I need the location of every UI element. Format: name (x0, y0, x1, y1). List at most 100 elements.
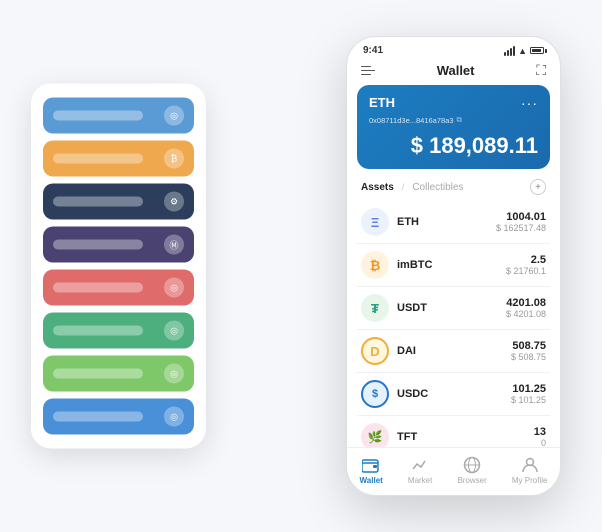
tab-assets[interactable]: Assets (361, 182, 394, 193)
eth-balance: $ 189,089.11 (369, 133, 538, 159)
asset-usd-usdt: $ 4201.08 (506, 309, 546, 319)
profile-nav-icon (520, 456, 540, 474)
asset-name-imbtc: imBTC (397, 259, 506, 271)
asset-amount-dai: 508.75 (511, 340, 546, 352)
asset-amount-tft: 13 (534, 426, 546, 438)
card-item-bar-4 (53, 240, 143, 250)
card-item-7[interactable]: ◎ (43, 356, 194, 392)
card-icon-3: ⚙ (164, 192, 184, 212)
nav-item-market[interactable]: Market (408, 456, 432, 485)
asset-amount-imbtc: 2.5 (506, 254, 546, 266)
nav-item-profile[interactable]: My Profile (512, 456, 548, 485)
asset-icon-usdt: ₮ (361, 294, 389, 322)
card-item-bar-3 (53, 197, 143, 207)
signal-icon (504, 46, 515, 56)
asset-values-imbtc: 2.5 $ 21760.1 (506, 254, 546, 276)
asset-amount-usdc: 101.25 (511, 383, 546, 395)
nav-item-wallet[interactable]: Wallet (360, 456, 383, 485)
copy-icon[interactable]: ⧉ (457, 115, 462, 125)
expand-icon[interactable]: ⛶ (536, 62, 546, 79)
assets-header: Assets / Collectibles + (347, 177, 560, 201)
card-item-2[interactable]: ₿ (43, 141, 194, 177)
card-item-3[interactable]: ⚙ (43, 184, 194, 220)
card-icon-2: ₿ (164, 149, 184, 169)
card-item-bar-6 (53, 326, 143, 336)
asset-list: Ξ ETH 1004.01 $ 162517.48 ₿ imBTC 2.5 $ … (347, 201, 560, 447)
asset-values-tft: 13 0 (534, 426, 546, 447)
card-icon-4: Ⓜ (164, 235, 184, 255)
hamburger-icon[interactable] (361, 66, 375, 76)
wifi-icon: ▲ (518, 46, 527, 56)
asset-usd-usdc: $ 101.25 (511, 395, 546, 405)
asset-usd-dai: $ 508.75 (511, 352, 546, 362)
eth-address: 0x08711d3e...8416a78a3 ⧉ (369, 115, 538, 125)
asset-values-usdc: 101.25 $ 101.25 (511, 383, 546, 405)
card-stack: ◎ ₿ ⚙ Ⓜ ◎ ◎ ◎ ◎ (31, 84, 206, 449)
card-item-bar-7 (53, 369, 143, 379)
card-item-bar-5 (53, 283, 143, 293)
browser-nav-label: Browser (457, 476, 486, 485)
asset-icon-imbtc: ₿ (361, 251, 389, 279)
asset-values-dai: 508.75 $ 508.75 (511, 340, 546, 362)
card-item-5[interactable]: ◎ (43, 270, 194, 306)
nav-item-browser[interactable]: Browser (457, 456, 486, 485)
profile-nav-label: My Profile (512, 476, 548, 485)
wallet-nav-icon (361, 456, 381, 474)
battery-icon (530, 47, 544, 54)
card-item-bar-8 (53, 412, 143, 422)
asset-usd-imbtc: $ 21760.1 (506, 266, 546, 276)
card-item-1[interactable]: ◎ (43, 98, 194, 134)
card-item-bar-1 (53, 111, 143, 121)
eth-more-icon[interactable]: ··· (521, 95, 538, 111)
asset-icon-eth: Ξ (361, 208, 389, 236)
eth-card-top: ETH ··· (369, 95, 538, 111)
asset-row-usdc[interactable]: $ USDC 101.25 $ 101.25 (357, 373, 550, 416)
tab-collectibles[interactable]: Collectibles (412, 182, 463, 193)
asset-name-usdt: USDT (397, 302, 506, 314)
asset-row-eth[interactable]: Ξ ETH 1004.01 $ 162517.48 (357, 201, 550, 244)
scene: ◎ ₿ ⚙ Ⓜ ◎ ◎ ◎ ◎ (21, 21, 581, 511)
asset-amount-eth: 1004.01 (496, 211, 546, 223)
eth-ticker: ETH (369, 95, 395, 110)
asset-name-tft: TFT (397, 431, 534, 443)
card-icon-8: ◎ (164, 407, 184, 427)
asset-icon-dai: D (361, 337, 389, 365)
market-nav-icon (410, 456, 430, 474)
asset-row-imbtc[interactable]: ₿ imBTC 2.5 $ 21760.1 (357, 244, 550, 287)
card-icon-1: ◎ (164, 106, 184, 126)
phone-mockup: 9:41 ▲ Wallet ⛶ (346, 36, 561, 496)
card-icon-7: ◎ (164, 364, 184, 384)
add-asset-button[interactable]: + (530, 179, 546, 195)
asset-amount-usdt: 4201.08 (506, 297, 546, 309)
card-item-bar-2 (53, 154, 143, 164)
market-nav-label: Market (408, 476, 432, 485)
tab-divider: / (402, 182, 405, 192)
asset-name-eth: ETH (397, 216, 496, 228)
asset-name-dai: DAI (397, 345, 511, 357)
status-time: 9:41 (363, 45, 383, 56)
browser-nav-icon (462, 456, 482, 474)
card-item-6[interactable]: ◎ (43, 313, 194, 349)
eth-card[interactable]: ETH ··· 0x08711d3e...8416a78a3 ⧉ $ 189,0… (357, 85, 550, 169)
bottom-nav: Wallet Market Browser (347, 447, 560, 495)
status-bar: 9:41 ▲ (347, 37, 560, 60)
asset-values-usdt: 4201.08 $ 4201.08 (506, 297, 546, 319)
asset-row-tft[interactable]: 🌿 TFT 13 0 (357, 416, 550, 447)
asset-icon-tft: 🌿 (361, 423, 389, 447)
card-item-4[interactable]: Ⓜ (43, 227, 194, 263)
phone-title: Wallet (437, 63, 475, 78)
asset-row-dai[interactable]: D DAI 508.75 $ 508.75 (357, 330, 550, 373)
asset-usd-eth: $ 162517.48 (496, 223, 546, 233)
wallet-nav-label: Wallet (360, 476, 383, 485)
asset-values-eth: 1004.01 $ 162517.48 (496, 211, 546, 233)
asset-row-usdt[interactable]: ₮ USDT 4201.08 $ 4201.08 (357, 287, 550, 330)
asset-name-usdc: USDC (397, 388, 511, 400)
assets-tabs: Assets / Collectibles (361, 182, 463, 193)
asset-icon-usdc: $ (361, 380, 389, 408)
card-icon-6: ◎ (164, 321, 184, 341)
phone-header: Wallet ⛶ (347, 60, 560, 85)
asset-usd-tft: 0 (534, 438, 546, 447)
card-item-8[interactable]: ◎ (43, 399, 194, 435)
status-icons: ▲ (504, 46, 544, 56)
card-icon-5: ◎ (164, 278, 184, 298)
